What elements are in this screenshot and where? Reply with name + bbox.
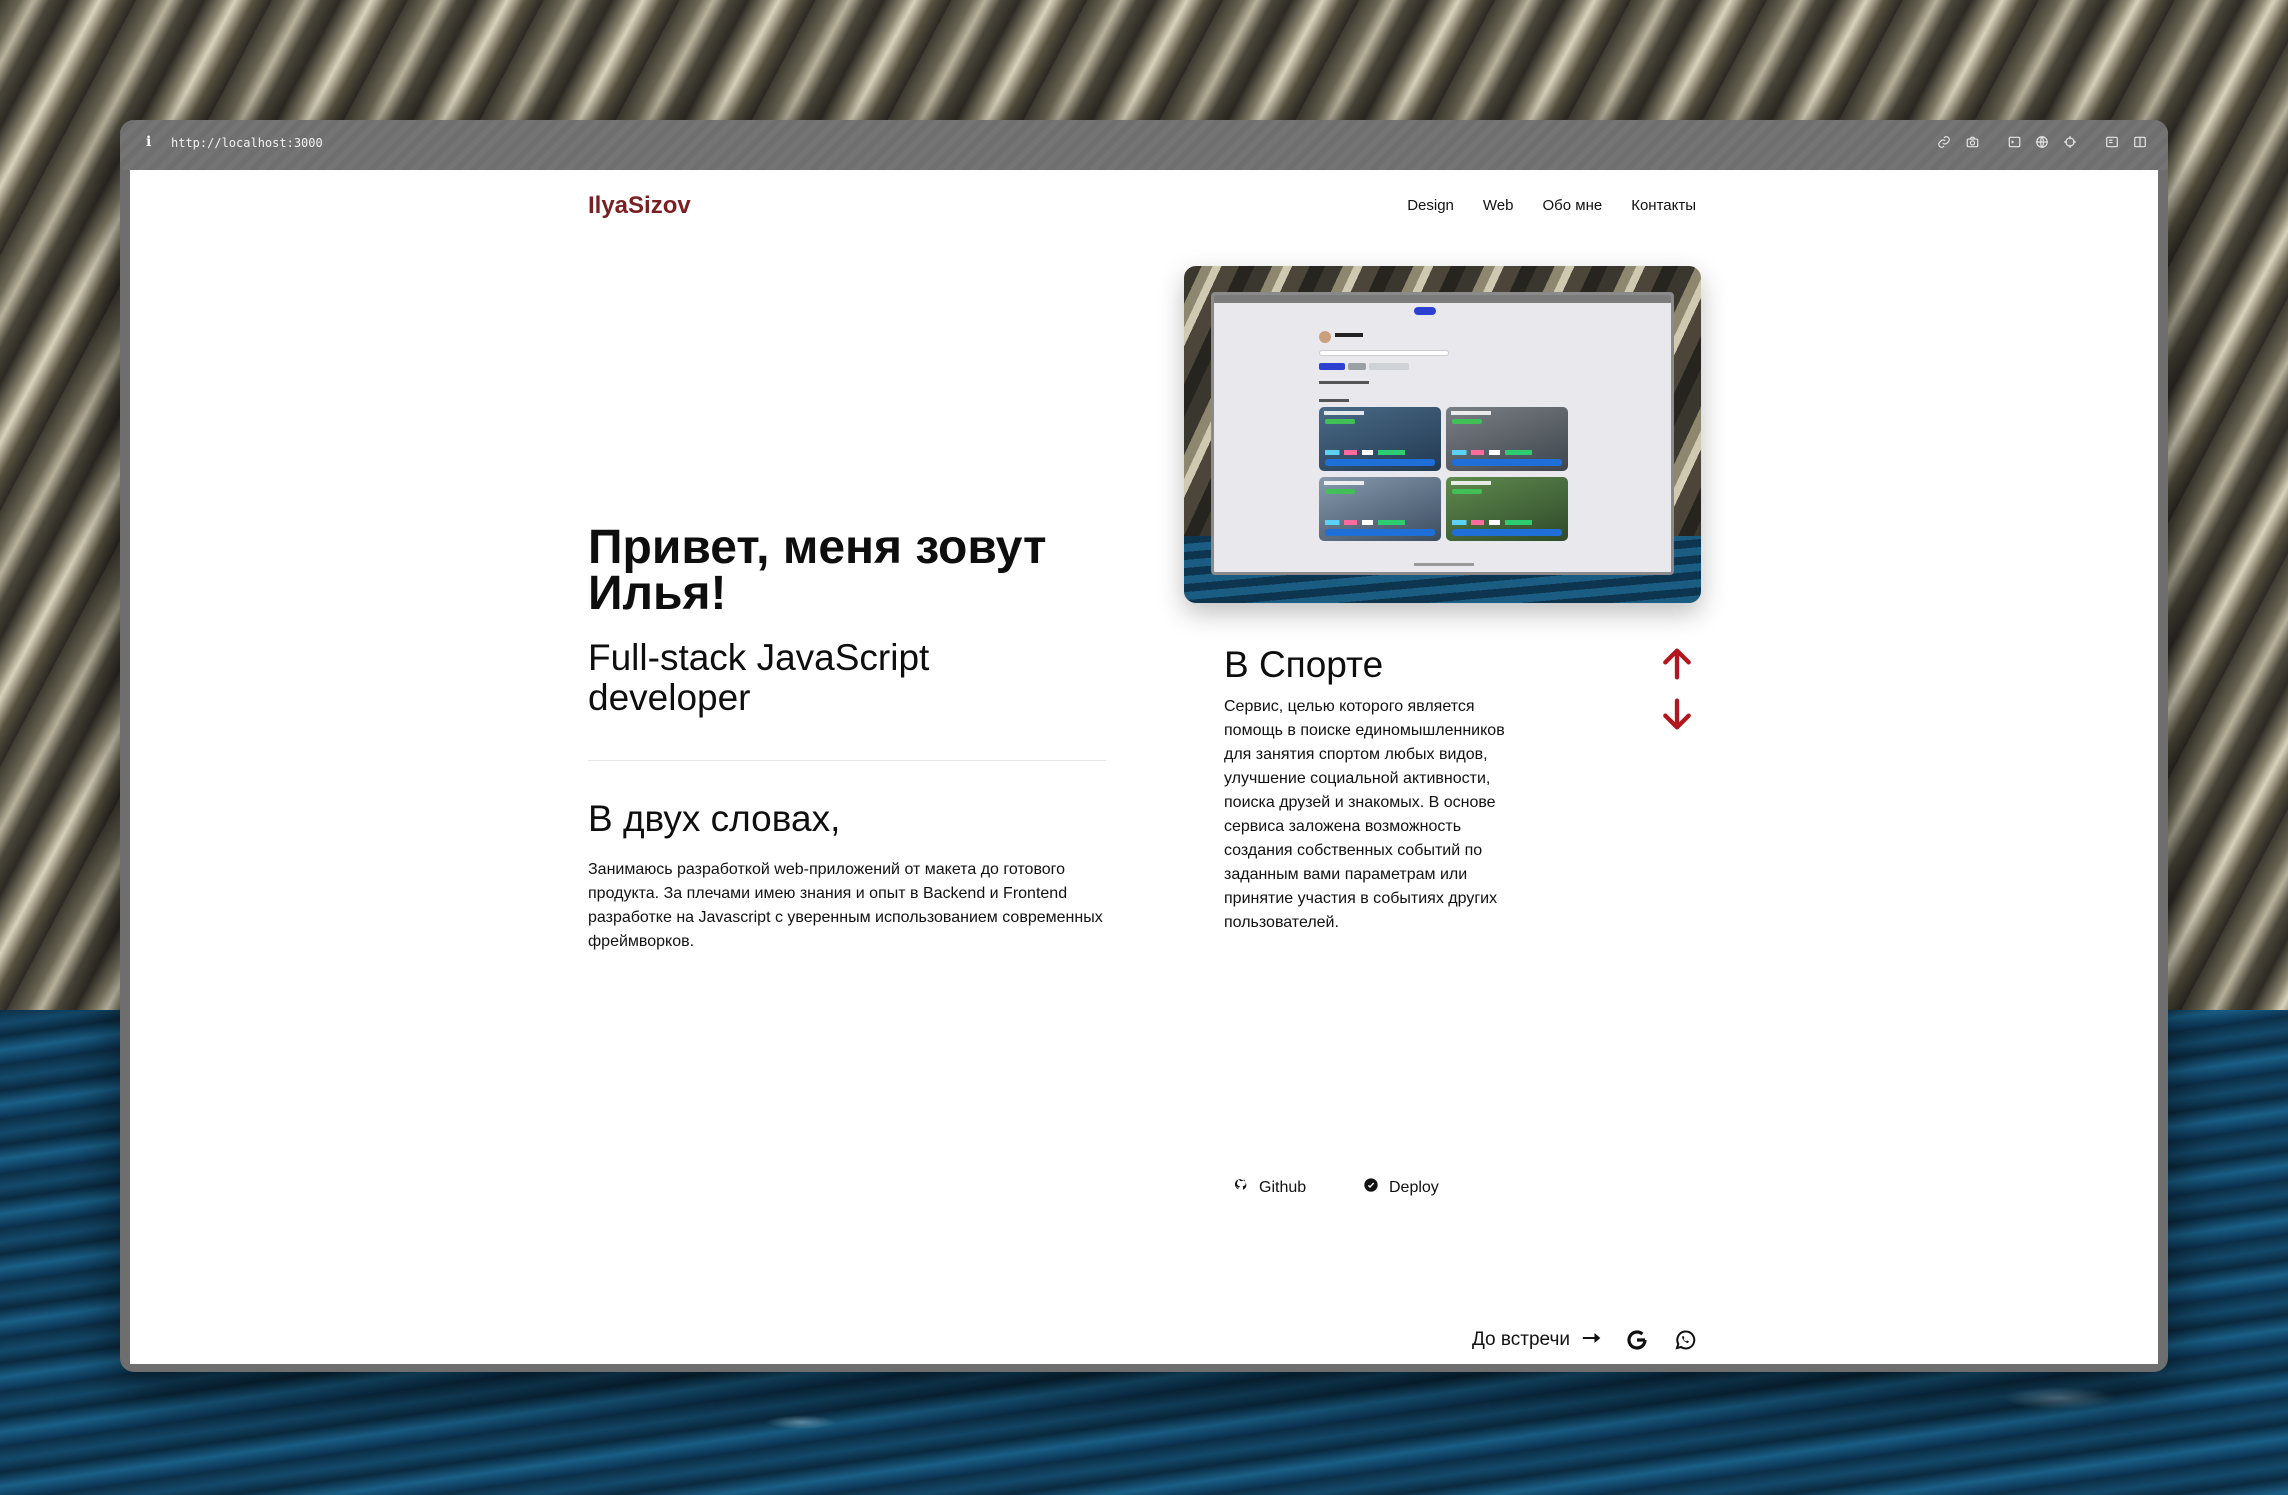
footer-bye-text: До встречи xyxy=(1471,1329,1570,1350)
whatsapp-icon[interactable] xyxy=(1672,1327,1698,1353)
footer-contact-link[interactable]: До встречи xyxy=(1472,1329,1602,1351)
project-screenshot xyxy=(1184,266,1701,603)
github-icon xyxy=(1233,1177,1249,1198)
section-divider xyxy=(588,760,1106,761)
site-info-icon[interactable]: i xyxy=(146,134,151,150)
hero-subtitle: Full-stack JavaScript developer xyxy=(588,637,930,718)
site-logo[interactable]: IlyaSizov xyxy=(588,192,691,220)
github-label: Github xyxy=(1259,1178,1307,1196)
project-description: Сервис, целью которого является помощь в… xyxy=(1224,698,1505,931)
globe-icon[interactable] xyxy=(2032,135,2052,155)
link-icon[interactable] xyxy=(1934,135,1954,155)
project-title: В Спорте xyxy=(1224,644,1384,685)
top-nav: Design Web Обо мне Контакты xyxy=(1407,197,1696,214)
project-app-preview xyxy=(1211,292,1674,575)
nav-item-web[interactable]: Web xyxy=(1483,197,1514,214)
nav-item-contacts[interactable]: Контакты xyxy=(1631,197,1696,214)
split-view-icon[interactable] xyxy=(2130,135,2150,155)
crosshair-icon[interactable] xyxy=(2060,135,2080,155)
browser-toolbar-icons xyxy=(1926,135,2150,155)
terminal-icon[interactable] xyxy=(2004,135,2024,155)
address-bar-url[interactable]: http://localhost:3000 xyxy=(171,136,323,150)
github-link[interactable]: Github xyxy=(1233,1177,1306,1198)
deploy-link[interactable]: Deploy xyxy=(1363,1177,1439,1198)
deploy-label: Deploy xyxy=(1389,1178,1439,1196)
deploy-icon xyxy=(1363,1177,1379,1198)
nav-item-about[interactable]: Обо мне xyxy=(1542,197,1602,214)
browser-window: i http://localhost:3000 IlyaSizov Design… xyxy=(120,120,2168,1372)
web-page: IlyaSizov Design Web Обо мне Контакты Пр… xyxy=(130,170,2158,1364)
hero-title: Привет, меня зовут Илья! xyxy=(588,521,1047,620)
arrow-down-icon[interactable] xyxy=(1657,694,1697,734)
about-text: Занимаюсь разработкой web-приложений от … xyxy=(588,861,1103,950)
arrow-up-icon[interactable] xyxy=(1657,644,1697,684)
about-title: В двух словах, xyxy=(588,798,841,839)
sidebar-left-icon[interactable] xyxy=(2102,135,2122,155)
browser-titlebar: i http://localhost:3000 xyxy=(120,120,2168,170)
page-footer: До встречи xyxy=(1472,1327,1698,1353)
nav-item-design[interactable]: Design xyxy=(1407,197,1454,214)
arrow-right-icon xyxy=(1582,1329,1602,1351)
camera-icon[interactable] xyxy=(1962,135,1982,155)
google-icon[interactable] xyxy=(1624,1327,1650,1353)
